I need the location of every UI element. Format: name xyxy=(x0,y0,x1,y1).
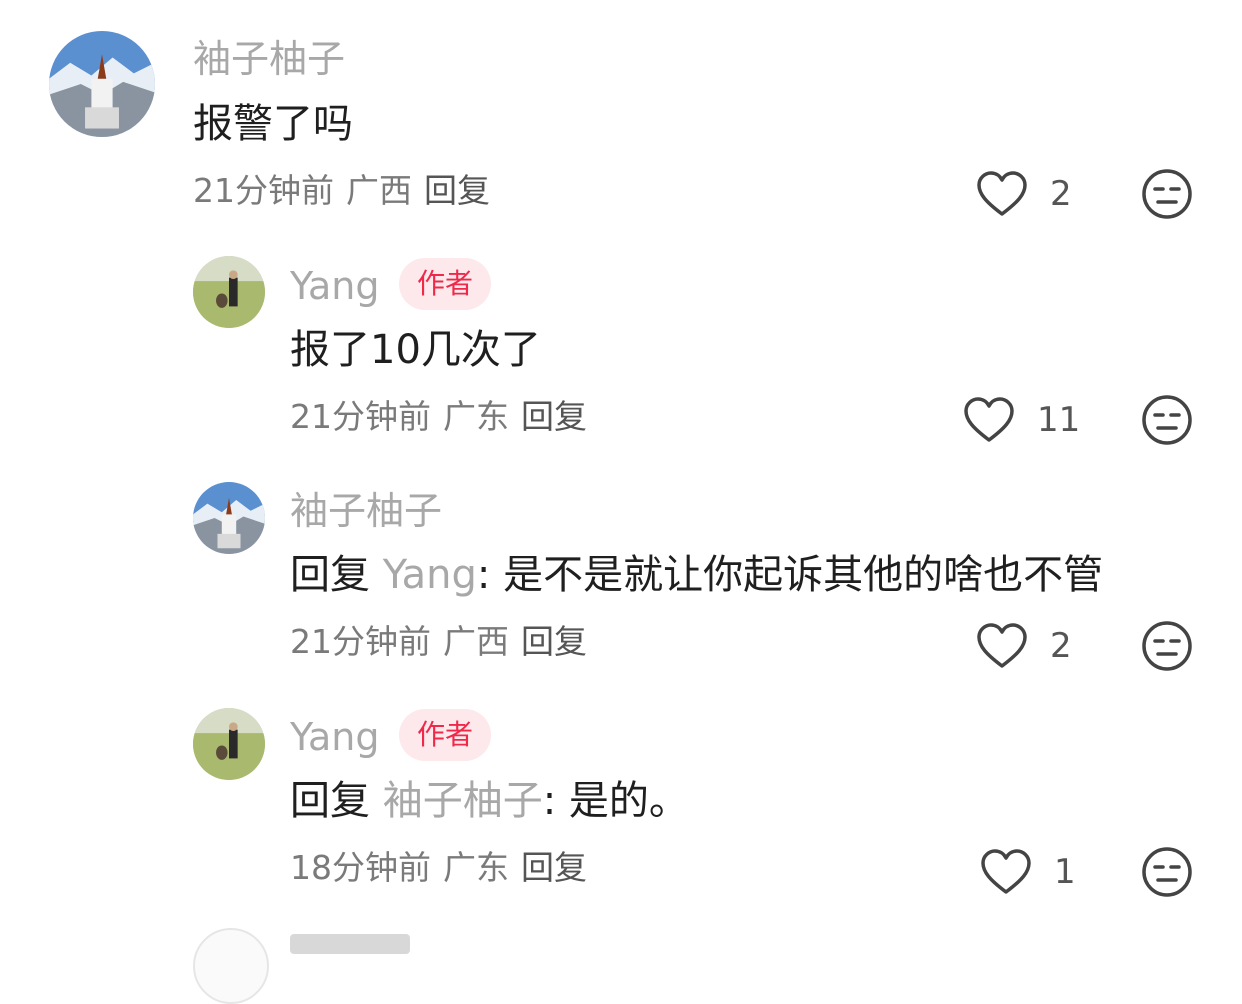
avatar[interactable] xyxy=(193,256,265,328)
neutral-face-icon xyxy=(1142,395,1192,445)
reply-button[interactable]: 回复 xyxy=(521,848,587,887)
like-count: 2 xyxy=(1050,626,1072,666)
reply-button[interactable]: 回复 xyxy=(521,622,587,661)
comment-text-body: : 是的。 xyxy=(542,778,689,824)
dislike-button[interactable] xyxy=(1141,846,1193,898)
comment-time: 18分钟前 xyxy=(290,848,431,887)
like-button[interactable]: 1 xyxy=(980,848,1076,896)
comment-region: 广西 xyxy=(443,622,509,661)
reply-button[interactable]: 回复 xyxy=(424,171,490,210)
comment-text-body: 报警了吗 xyxy=(193,101,353,147)
comment-text-body: 报了10几次了 xyxy=(290,327,541,373)
reply-button[interactable]: 回复 xyxy=(521,397,587,436)
dislike-button[interactable] xyxy=(1141,620,1193,672)
comment-author[interactable]: Yang xyxy=(290,264,379,308)
comment-meta: 21分钟前 广西 回复 xyxy=(290,622,599,662)
heart-outline-icon xyxy=(964,397,1014,442)
comment-time: 21分钟前 xyxy=(290,622,431,661)
reply-target[interactable]: 袖子柚子 xyxy=(383,778,543,824)
like-count: 2 xyxy=(1050,174,1072,214)
comment-region: 广东 xyxy=(443,397,509,436)
comment-meta: 21分钟前 广东 回复 xyxy=(290,397,599,437)
dislike-button[interactable] xyxy=(1141,168,1193,220)
comment-text: 报警了吗 xyxy=(193,100,353,148)
comment-text-body: : 是不是就让你起诉其他的啥也不管 xyxy=(476,552,1104,598)
reply-prefix: 回复 xyxy=(290,552,383,598)
neutral-face-icon xyxy=(1142,621,1192,671)
avatar[interactable] xyxy=(49,31,155,137)
avatar[interactable] xyxy=(193,928,269,1004)
like-button[interactable]: 2 xyxy=(976,622,1072,670)
avatar[interactable] xyxy=(193,708,265,780)
like-count: 1 xyxy=(1054,852,1076,892)
comment-time: 21分钟前 xyxy=(193,171,334,210)
heart-outline-icon xyxy=(981,849,1031,894)
like-count: 11 xyxy=(1037,400,1081,440)
comment-text: 回复 Yang: 是不是就让你起诉其他的啥也不管 xyxy=(290,551,1103,599)
neutral-face-icon xyxy=(1142,847,1192,897)
comment-time: 21分钟前 xyxy=(290,397,431,436)
author-badge: 作者 xyxy=(399,258,492,310)
heart-outline-icon xyxy=(977,623,1027,668)
comment-author[interactable]: 袖子柚子 xyxy=(193,37,345,81)
like-button[interactable]: 2 xyxy=(976,170,1072,218)
comment-meta: 18分钟前 广东 回复 xyxy=(290,848,599,888)
comment-meta: 21分钟前 广西 回复 xyxy=(193,171,502,211)
neutral-face-icon xyxy=(1142,169,1192,219)
like-button[interactable]: 11 xyxy=(963,396,1080,444)
author-badge: 作者 xyxy=(399,709,492,761)
heart-outline-icon xyxy=(977,171,1027,216)
comment-text: 报了10几次了 xyxy=(290,326,541,374)
comment-author-placeholder xyxy=(290,934,410,954)
comment-region: 广西 xyxy=(346,171,412,210)
comment-author[interactable]: 袖子柚子 xyxy=(290,489,442,533)
comment-region: 广东 xyxy=(443,848,509,887)
comment-text: 回复 袖子柚子: 是的。 xyxy=(290,777,689,825)
reply-target[interactable]: Yang xyxy=(383,552,477,598)
dislike-button[interactable] xyxy=(1141,394,1193,446)
reply-prefix: 回复 xyxy=(290,778,383,824)
avatar[interactable] xyxy=(193,482,265,554)
comment-author[interactable]: Yang xyxy=(290,715,379,759)
